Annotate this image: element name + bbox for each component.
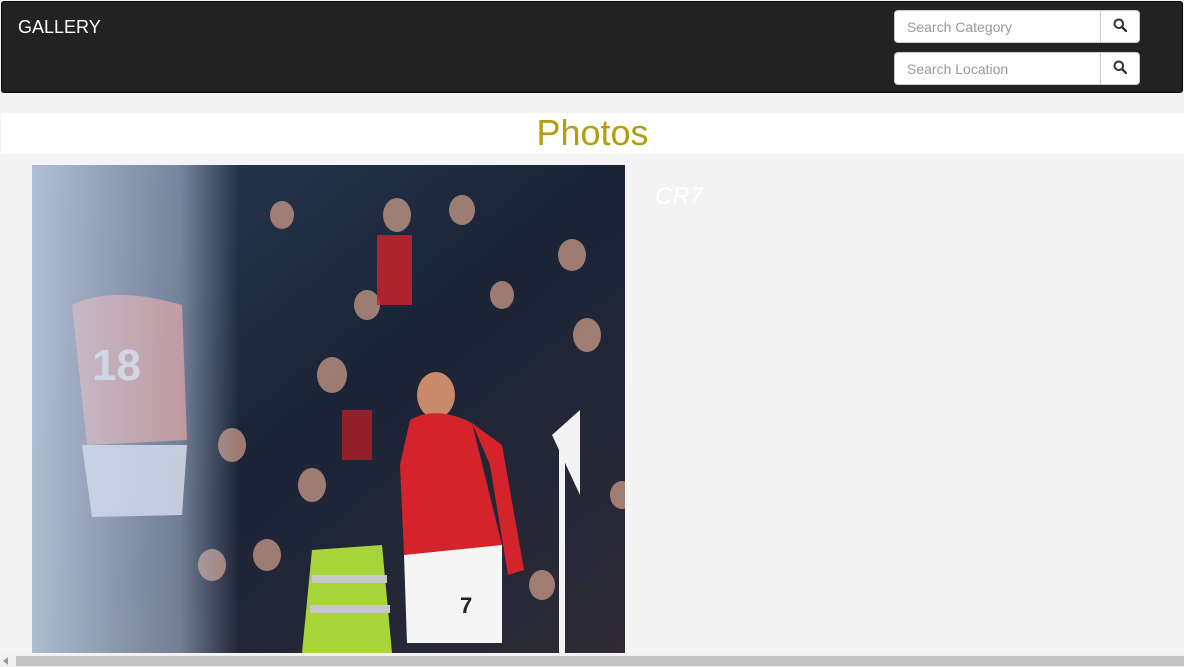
search-location-group (894, 52, 1140, 85)
search-icon (1113, 18, 1128, 35)
search-category-input[interactable] (894, 10, 1101, 43)
search-location-button[interactable] (1101, 52, 1140, 85)
scrollbar-thumb[interactable] (16, 656, 1184, 666)
brand-link[interactable]: GALLERY (18, 17, 101, 37)
search-category-button[interactable] (1101, 10, 1140, 43)
navbar: GALLERY (1, 1, 1183, 93)
title-band: Photos (1, 113, 1184, 154)
horizontal-scrollbar[interactable] (0, 655, 1184, 667)
scroll-left-icon[interactable] (3, 657, 8, 665)
gallery-photo[interactable]: 7 18 (32, 165, 625, 653)
search-location-input[interactable] (894, 52, 1101, 85)
search-category-group (894, 10, 1140, 43)
search-icon (1113, 60, 1128, 77)
page-title: Photos (536, 112, 649, 153)
photo-caption: CR7 (655, 183, 704, 210)
